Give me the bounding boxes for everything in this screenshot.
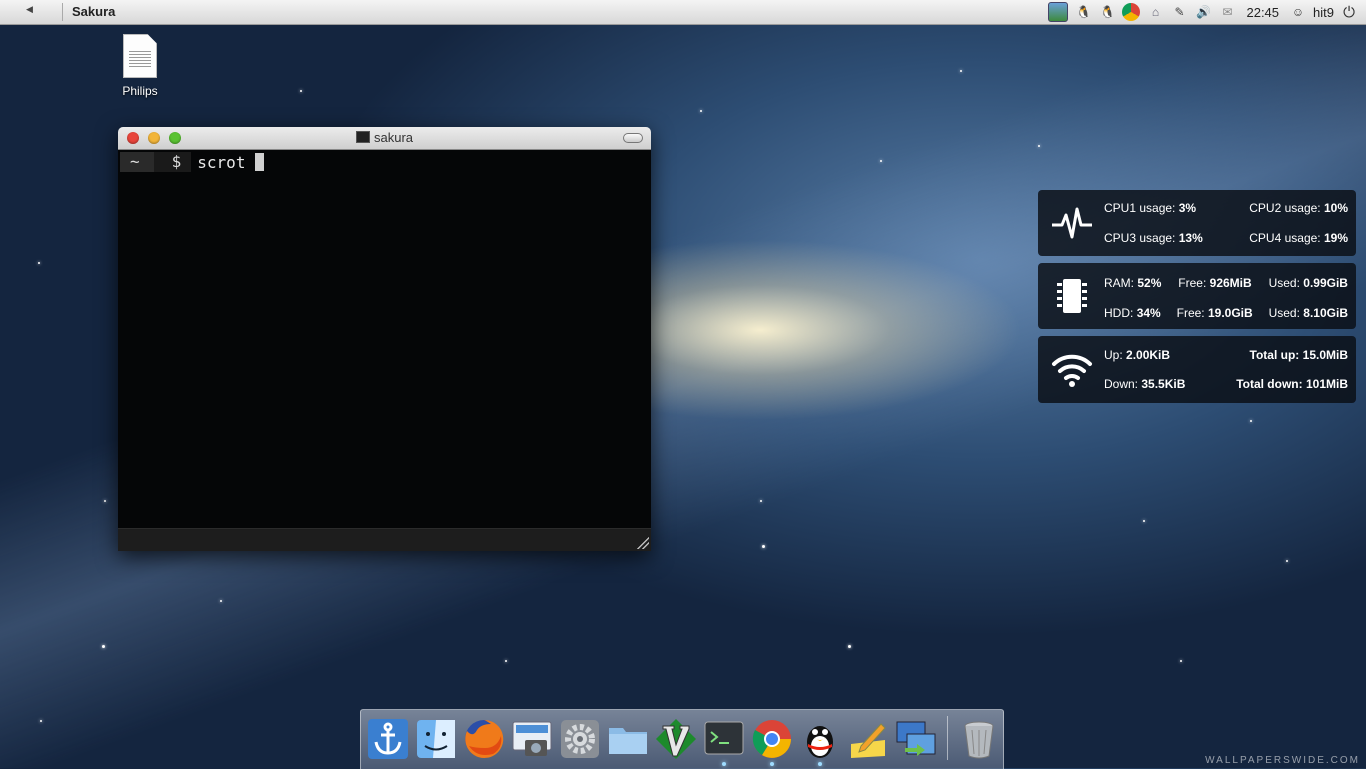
qq-icon[interactable]: 🐧: [1098, 3, 1116, 21]
terminal-statusbar: [118, 528, 651, 551]
qq-icon: [807, 726, 833, 758]
user-name[interactable]: hit9: [1313, 5, 1334, 20]
finder-icon: [417, 720, 455, 758]
power-icon[interactable]: ⏻: [1340, 3, 1358, 21]
window-titlebar[interactable]: sakura: [118, 127, 651, 150]
firefox-icon: [465, 719, 504, 758]
running-indicator: [722, 762, 726, 766]
settings-icon: [561, 720, 599, 758]
pen-icon[interactable]: ✎: [1170, 3, 1188, 21]
dock-anchor[interactable]: [365, 716, 411, 762]
trash-icon: [964, 721, 994, 759]
prompt-symbol: $: [153, 152, 192, 172]
window-title: sakura: [118, 130, 651, 145]
chrome-icon[interactable]: [1122, 3, 1141, 21]
dock-trash[interactable]: [956, 716, 1002, 762]
prompt-line: ~ $ scrot: [120, 152, 265, 172]
resize-grip-icon[interactable]: [637, 537, 649, 549]
cpu-widget: CPU1 usage: 3% CPU2 usage: 10% CPU3 usag…: [1038, 190, 1356, 256]
cpu2-usage: CPU2 usage: 10%: [1249, 201, 1348, 215]
activity-icon: [1052, 207, 1092, 239]
cpu1-usage: CPU1 usage: 3%: [1104, 201, 1197, 215]
vim-icon: [656, 719, 696, 759]
folder-icon: [609, 728, 647, 754]
cpu4-usage: CPU4 usage: 19%: [1249, 231, 1348, 245]
terminal-window: sakura ~ $ scrot: [118, 127, 651, 551]
text-cursor: [255, 153, 265, 171]
document-icon: [123, 34, 157, 78]
memory-chip-icon: [1057, 279, 1087, 313]
window-title-text: sakura: [373, 130, 414, 145]
wifi-icon: [1052, 354, 1092, 387]
dock-separator: [947, 716, 948, 760]
dock-editor[interactable]: [845, 716, 891, 762]
panel-separator: [62, 3, 63, 21]
dock-firefox[interactable]: [461, 716, 507, 762]
remote-desktop-icon: [896, 721, 936, 756]
qq-icon[interactable]: 🐧: [1074, 3, 1092, 21]
net-total-up: Total up: 15.0MiB: [1249, 348, 1348, 362]
net-down: Down: 35.5KiB: [1104, 377, 1186, 391]
active-app-title[interactable]: Sakura: [72, 4, 115, 19]
hdd-used: Used: 8.10GiB: [1268, 306, 1348, 320]
network-widget: Up: 2.00KiB Total up: 15.0MiB Down: 35.5…: [1038, 336, 1356, 403]
system-tray: 🐧 🐧 ⌂ ✎ 🔊 ✉ 22:45 ☺ hit9 ⏻: [1048, 2, 1358, 22]
network-icon[interactable]: ⌂: [1146, 3, 1164, 21]
clock[interactable]: 22:45: [1246, 5, 1279, 20]
dock-terminal[interactable]: [701, 716, 747, 766]
dock-finder[interactable]: [413, 716, 459, 762]
dock-remote-desktop[interactable]: [893, 716, 939, 762]
volume-icon[interactable]: 🔊: [1194, 3, 1212, 21]
dock-qq[interactable]: [797, 716, 843, 766]
user-icon[interactable]: ☺: [1289, 3, 1307, 21]
desktop-file[interactable]: Philips: [114, 34, 166, 98]
dock-screenshot[interactable]: [509, 716, 555, 762]
anchor-icon: [368, 719, 408, 759]
ram-used: Used: 0.99GiB: [1268, 276, 1348, 290]
dock: [360, 709, 1004, 769]
mail-icon[interactable]: ✉: [1218, 3, 1236, 21]
terminal-area[interactable]: ~ $ scrot: [118, 150, 651, 529]
running-indicator: [770, 762, 774, 766]
ram-usage: RAM: 52%: [1104, 276, 1162, 290]
prompt-directory: ~: [120, 152, 154, 172]
chrome-icon: [752, 720, 791, 758]
watermark: WALLPAPERSWIDE.COM: [1205, 755, 1360, 766]
ram-free: Free: 926MiB: [1178, 276, 1252, 290]
desktop-file-label: Philips: [122, 84, 158, 98]
dock-folder[interactable]: [605, 716, 651, 762]
editor-icon: [851, 723, 886, 758]
hdd-free: Free: 19.0GiB: [1176, 306, 1253, 320]
hdd-usage: HDD: 34%: [1104, 306, 1161, 320]
top-panel: ◀ Sakura 🐧 🐧 ⌂ ✎ 🔊 ✉ 22:45 ☺ hit9 ⏻: [0, 0, 1366, 25]
cpu3-usage: CPU3 usage: 13%: [1104, 231, 1203, 245]
dock-chrome[interactable]: [749, 716, 795, 766]
terminal-icon: [704, 721, 744, 755]
dock-settings[interactable]: [557, 716, 603, 762]
panel-menu-arrow-icon[interactable]: ◀: [26, 4, 33, 15]
command-text: scrot: [197, 152, 246, 172]
net-up: Up: 2.00KiB: [1104, 348, 1171, 362]
terminal-icon: [355, 131, 370, 143]
net-total-down: Total down: 101MiB: [1236, 377, 1348, 391]
screenshot-icon: [512, 721, 552, 756]
dock-vim[interactable]: [653, 716, 699, 762]
image-viewer-icon[interactable]: [1048, 2, 1069, 22]
running-indicator: [818, 762, 822, 766]
toolbar-toggle-button[interactable]: [623, 133, 643, 143]
memory-widget: RAM: 52% Free: 926MiB Used: 0.99GiB HDD:…: [1038, 263, 1356, 329]
